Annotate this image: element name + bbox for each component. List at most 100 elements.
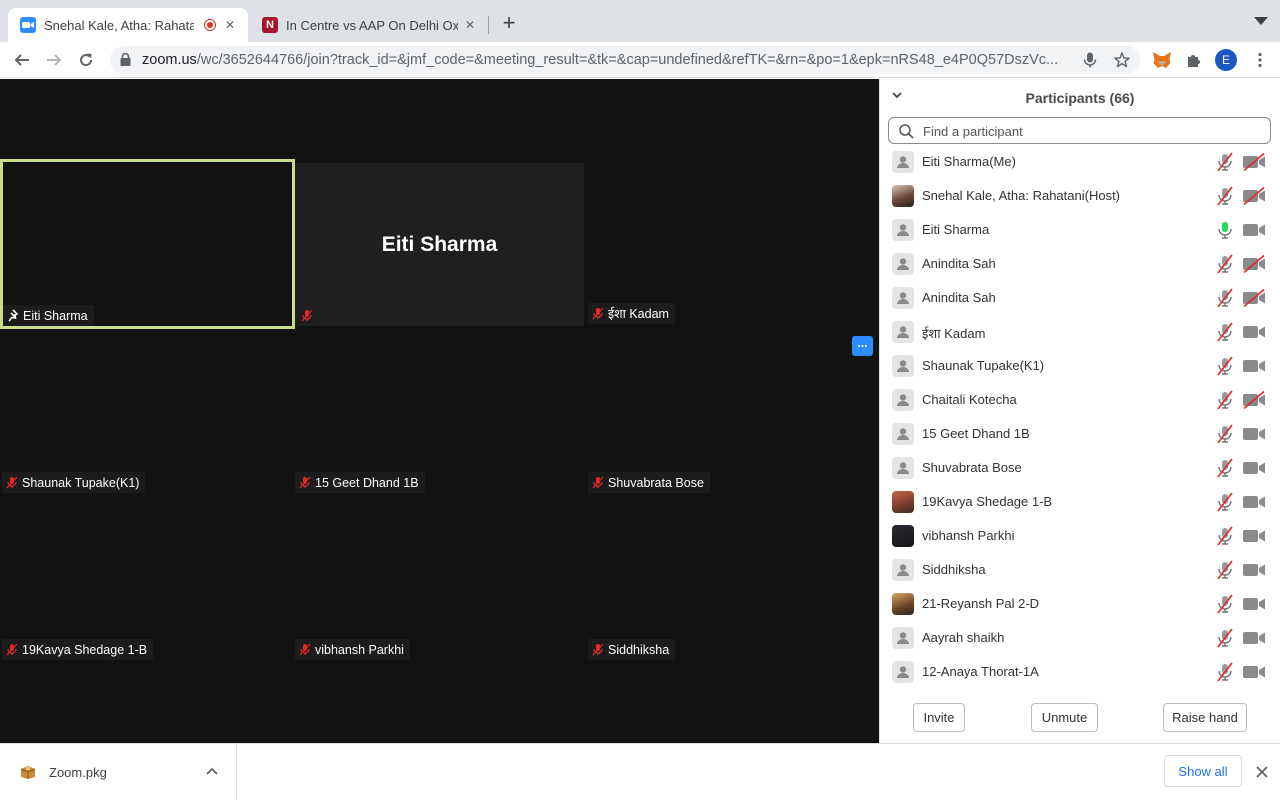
close-tab-icon[interactable]: ✕: [222, 17, 238, 33]
puzzle-icon: [1188, 55, 1200, 67]
participant-row[interactable]: Snehal Kale, Atha: Rahatani(Host): [880, 179, 1280, 213]
extensions-button[interactable]: [1182, 48, 1206, 72]
address-bar[interactable]: zoom.us/wc/3652644766/join?track_id=&jmf…: [110, 46, 1140, 74]
participant-row[interactable]: Eiti Sharma: [880, 213, 1280, 247]
video-camera-off-icon[interactable]: [1242, 186, 1266, 206]
participant-row[interactable]: 15 Geet Dhand 1B: [880, 417, 1280, 451]
video-camera-off-icon[interactable]: [1242, 254, 1266, 274]
video-tile[interactable]: Siddhiksha: [586, 496, 875, 662]
raise-hand-button[interactable]: Raise hand: [1163, 703, 1247, 732]
video-camera-icon[interactable]: [1242, 595, 1266, 613]
participant-row[interactable]: Aayrah shaikh: [880, 621, 1280, 655]
video-tile[interactable]: Shaunak Tupake(K1): [0, 329, 293, 495]
avatar: [892, 627, 914, 649]
participant-row[interactable]: ईशा Kadam: [880, 315, 1280, 349]
muted-microphone-icon[interactable]: [1215, 458, 1235, 478]
chevron-up-icon[interactable]: [206, 767, 218, 775]
muted-microphone-icon[interactable]: [1215, 526, 1235, 546]
show-all-downloads-button[interactable]: Show all: [1164, 755, 1242, 787]
participant-row[interactable]: Eiti Sharma(Me): [880, 145, 1280, 179]
tile-name-label: ईशा Kadam: [588, 303, 675, 324]
participant-row[interactable]: vibhansh Parkhi: [880, 519, 1280, 553]
video-camera-icon[interactable]: [1242, 561, 1266, 579]
muted-microphone-icon[interactable]: [1215, 322, 1235, 342]
video-camera-icon[interactable]: [1242, 527, 1266, 545]
avatar: [892, 287, 914, 309]
search-icon: [899, 124, 914, 139]
muted-microphone-icon[interactable]: [1215, 662, 1235, 682]
back-button[interactable]: [10, 48, 34, 72]
participant-row[interactable]: 19Kavya Shedage 1-B: [880, 485, 1280, 519]
muted-microphone-icon[interactable]: [1215, 186, 1235, 206]
muted-microphone-icon[interactable]: [1215, 594, 1235, 614]
muted-microphone-icon[interactable]: [1215, 628, 1235, 648]
downloads-bar: Zoom.pkg Show all: [0, 743, 1280, 800]
video-camera-off-icon[interactable]: [1242, 152, 1266, 172]
participant-row[interactable]: Shuvabrata Bose: [880, 451, 1280, 485]
participant-row[interactable]: Chaitali Kotecha: [880, 383, 1280, 417]
participant-row[interactable]: 12-Anaya Thorat-1A: [880, 655, 1280, 689]
muted-microphone-icon[interactable]: [1215, 152, 1235, 172]
muted-microphone-icon[interactable]: [1215, 424, 1235, 444]
metamask-extension-button[interactable]: [1150, 48, 1174, 72]
more-options-button[interactable]: ...: [852, 336, 873, 356]
participant-row[interactable]: Siddhiksha: [880, 553, 1280, 587]
participant-name: Eiti Sharma(Me): [922, 154, 1016, 169]
close-icon[interactable]: [1254, 764, 1270, 780]
tab-zoom-meeting[interactable]: Snehal Kale, Atha: Rahatani ✕: [8, 8, 248, 42]
browser-toolbar: zoom.us/wc/3652644766/join?track_id=&jmf…: [0, 42, 1280, 78]
forward-button[interactable]: [42, 48, 66, 72]
microphone-icon[interactable]: [1083, 52, 1097, 68]
bookmark-star-icon[interactable]: [1114, 52, 1130, 68]
profile-button[interactable]: E: [1214, 48, 1238, 72]
video-tile[interactable]: 19Kavya Shedage 1-B: [0, 496, 293, 662]
participant-list: Eiti Sharma(Me) Snehal Kale, Atha: Rahata…: [880, 145, 1280, 689]
muted-microphone-icon[interactable]: [1215, 390, 1235, 410]
video-tile[interactable]: Shuvabrata Bose: [586, 329, 875, 495]
video-tile-active-speaker[interactable]: Eiti Sharma: [0, 159, 295, 329]
search-input[interactable]: [923, 121, 1253, 141]
video-camera-icon[interactable]: [1242, 459, 1266, 477]
tab-search-icon[interactable]: [1254, 17, 1268, 25]
video-camera-off-icon[interactable]: [1242, 390, 1266, 410]
avatar: [892, 423, 914, 445]
video-camera-icon[interactable]: [1242, 357, 1266, 375]
video-camera-icon[interactable]: [1242, 425, 1266, 443]
muted-mic-icon: [6, 643, 18, 656]
participant-name: Siddhiksha: [922, 562, 986, 577]
unmute-button[interactable]: Unmute: [1031, 703, 1098, 732]
video-camera-icon[interactable]: [1242, 663, 1266, 681]
tile-name-label: Shuvabrata Bose: [588, 472, 710, 493]
video-camera-icon[interactable]: [1242, 493, 1266, 511]
participant-row[interactable]: Anindita Sah: [880, 281, 1280, 315]
new-tab-button[interactable]: +: [498, 12, 520, 35]
video-tile[interactable]: Eiti Sharma: [295, 163, 584, 326]
ndtv-icon: N: [262, 17, 278, 33]
muted-microphone-icon[interactable]: [1215, 288, 1235, 308]
tab-news[interactable]: N In Centre vs AAP On Delhi Oxygen ✕: [250, 8, 488, 42]
muted-microphone-icon[interactable]: [1215, 560, 1235, 580]
video-camera-icon[interactable]: [1242, 629, 1266, 647]
participant-row[interactable]: 21-Reyansh Pal 2-D: [880, 587, 1280, 621]
participant-row[interactable]: Shaunak Tupake(K1): [880, 349, 1280, 383]
video-camera-icon[interactable]: [1242, 221, 1266, 239]
video-camera-icon[interactable]: [1242, 323, 1266, 341]
muted-microphone-icon[interactable]: [1215, 492, 1235, 512]
microphone-icon[interactable]: [1215, 220, 1235, 240]
panel-title: Participants (66): [1025, 90, 1135, 106]
participant-row[interactable]: Anindita Sah: [880, 247, 1280, 281]
browser-menu-button[interactable]: [1248, 48, 1272, 72]
video-tile[interactable]: ईशा Kadam: [586, 163, 875, 326]
muted-microphone-icon[interactable]: [1215, 356, 1235, 376]
video-camera-off-icon[interactable]: [1242, 288, 1266, 308]
video-tile[interactable]: 15 Geet Dhand 1B: [293, 329, 586, 495]
reload-button[interactable]: [74, 48, 98, 72]
invite-button[interactable]: Invite: [913, 703, 965, 732]
close-tab-icon[interactable]: ✕: [462, 17, 478, 33]
download-item[interactable]: Zoom.pkg: [0, 744, 237, 800]
muted-microphone-icon[interactable]: [1215, 254, 1235, 274]
avatar: [892, 491, 914, 513]
participant-search[interactable]: [888, 117, 1271, 144]
video-tile[interactable]: vibhansh Parkhi: [293, 496, 586, 662]
reload-icon: [80, 53, 93, 67]
